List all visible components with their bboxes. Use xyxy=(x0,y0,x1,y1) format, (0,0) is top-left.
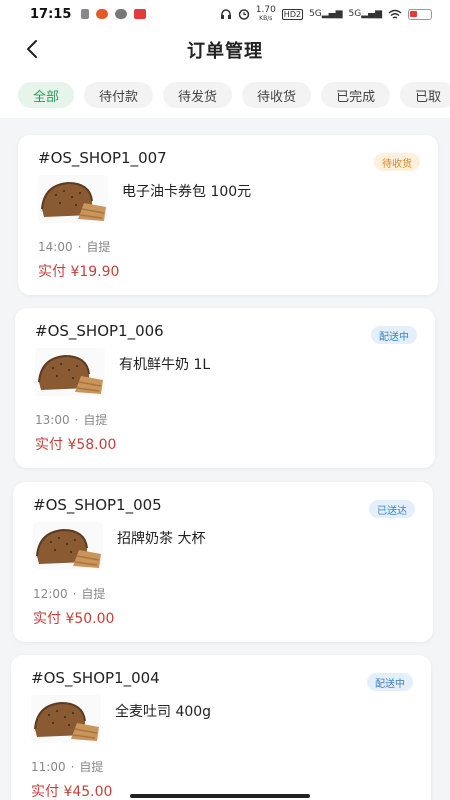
status-left-icons xyxy=(81,9,147,19)
bread-icon xyxy=(31,695,101,743)
status-badge: 配送中 xyxy=(367,673,413,691)
tab-cancelled[interactable]: 已取 xyxy=(400,82,450,108)
bread-icon xyxy=(35,348,105,396)
order-meta: 13:00 · 自提 xyxy=(35,411,107,428)
status-bar: 17:15 1.70 KB/s HD2 5G▂▄▆ 5G▂▄▆ xyxy=(0,0,450,28)
delivery-method: 自提 xyxy=(81,587,106,601)
tab-pending-payment[interactable]: 待付款 xyxy=(84,82,154,108)
order-time: 13:00 xyxy=(35,413,70,427)
bread-icon xyxy=(33,522,103,570)
order-number: #OS_SHOP1_006 xyxy=(35,322,164,340)
hd-icon: HD2 xyxy=(281,8,304,20)
product-name: 全麦吐司 400g xyxy=(115,704,212,720)
status-filter-tabs: 全部 待付款 待发货 待收货 已完成 已取 xyxy=(18,82,450,108)
status-badge: 已送达 xyxy=(369,500,415,518)
product-name: 有机鲜牛奶 1L xyxy=(119,357,211,373)
meta-separator: · xyxy=(74,413,79,427)
meta-separator: · xyxy=(70,760,75,774)
status-badge: 配送中 xyxy=(371,326,417,344)
order-number: #OS_SHOP1_007 xyxy=(38,149,167,167)
headphones-icon xyxy=(220,9,231,19)
speed-unit: KB/s xyxy=(259,14,273,22)
home-indicator[interactable] xyxy=(130,794,310,798)
paid-amount: 实付 ¥45.00 xyxy=(31,784,113,800)
delivery-method: 自提 xyxy=(83,413,108,427)
network-speed: 1.70 KB/s xyxy=(255,4,276,23)
order-list: #OS_SHOP1_007 待收货 电子油卡券包 100元 14:00 · 自提 实… xyxy=(0,118,450,800)
product-name: 招牌奶茶 大杯 xyxy=(117,531,206,547)
chevron-left-icon[interactable] xyxy=(22,38,44,60)
meta-separator: · xyxy=(77,240,82,254)
status-time: 17:15 xyxy=(30,6,72,22)
paid-amount: 实付 ¥50.00 xyxy=(33,611,115,627)
tab-pending-receipt[interactable]: 待收货 xyxy=(242,82,312,108)
product-name: 电子油卡券包 100元 xyxy=(122,184,252,200)
cloud-icon xyxy=(115,9,128,19)
order-card[interactable]: #OS_SHOP1_004 配送中 全麦吐司 400g 11:00 · 自提 实付 … xyxy=(11,655,431,800)
tab-pending-shipment[interactable]: 待发货 xyxy=(163,82,233,108)
net2-label: 5G xyxy=(348,9,362,19)
status-badge: 待收货 xyxy=(374,153,420,171)
signal-5g-1: 5G▂▄▆ xyxy=(309,9,343,19)
sim-icon xyxy=(81,9,90,19)
battery-icon xyxy=(408,8,432,20)
paid-amount: 实付 ¥19.90 xyxy=(38,264,120,280)
order-meta: 12:00 · 自提 xyxy=(33,585,105,602)
order-card[interactable]: #OS_SHOP1_006 配送中 有机鲜牛奶 1L 13:00 · 自提 实付 ¥… xyxy=(15,308,435,468)
speed-value: 1.70 xyxy=(255,4,276,15)
order-card[interactable]: #OS_SHOP1_005 已送达 招牌奶茶 大杯 12:00 · 自提 实付 ¥5… xyxy=(13,482,433,642)
paid-amount: 实付 ¥58.00 xyxy=(35,437,117,453)
order-time: 11:00 xyxy=(31,760,66,774)
app-badge-icon xyxy=(134,9,147,19)
nav-bar: 订单管理 xyxy=(0,30,450,70)
net1-label: 5G xyxy=(309,9,322,19)
delivery-method: 自提 xyxy=(79,760,104,774)
order-time: 14:00 xyxy=(38,240,73,254)
order-card[interactable]: #OS_SHOP1_007 待收货 电子油卡券包 100元 14:00 · 自提 实… xyxy=(18,135,438,295)
alarm-icon xyxy=(238,9,249,20)
status-right-icons: 1.70 KB/s HD2 5G▂▄▆ 5G▂▄▆ xyxy=(220,4,432,23)
signal-5g-2: 5G▂▄▆ xyxy=(348,9,382,19)
order-meta: 14:00 · 自提 xyxy=(38,238,110,255)
meta-separator: · xyxy=(72,587,77,601)
order-number: #OS_SHOP1_004 xyxy=(31,669,160,687)
app-notification-icon xyxy=(96,9,109,19)
order-meta: 11:00 · 自提 xyxy=(31,758,103,775)
order-time: 12:00 xyxy=(33,587,68,601)
bread-icon xyxy=(38,175,108,223)
tab-completed[interactable]: 已完成 xyxy=(321,82,391,108)
page-title: 订单管理 xyxy=(187,41,263,62)
delivery-method: 自提 xyxy=(86,240,111,254)
tab-all[interactable]: 全部 xyxy=(18,82,75,108)
wifi-icon xyxy=(388,9,402,19)
order-number: #OS_SHOP1_005 xyxy=(33,496,162,514)
